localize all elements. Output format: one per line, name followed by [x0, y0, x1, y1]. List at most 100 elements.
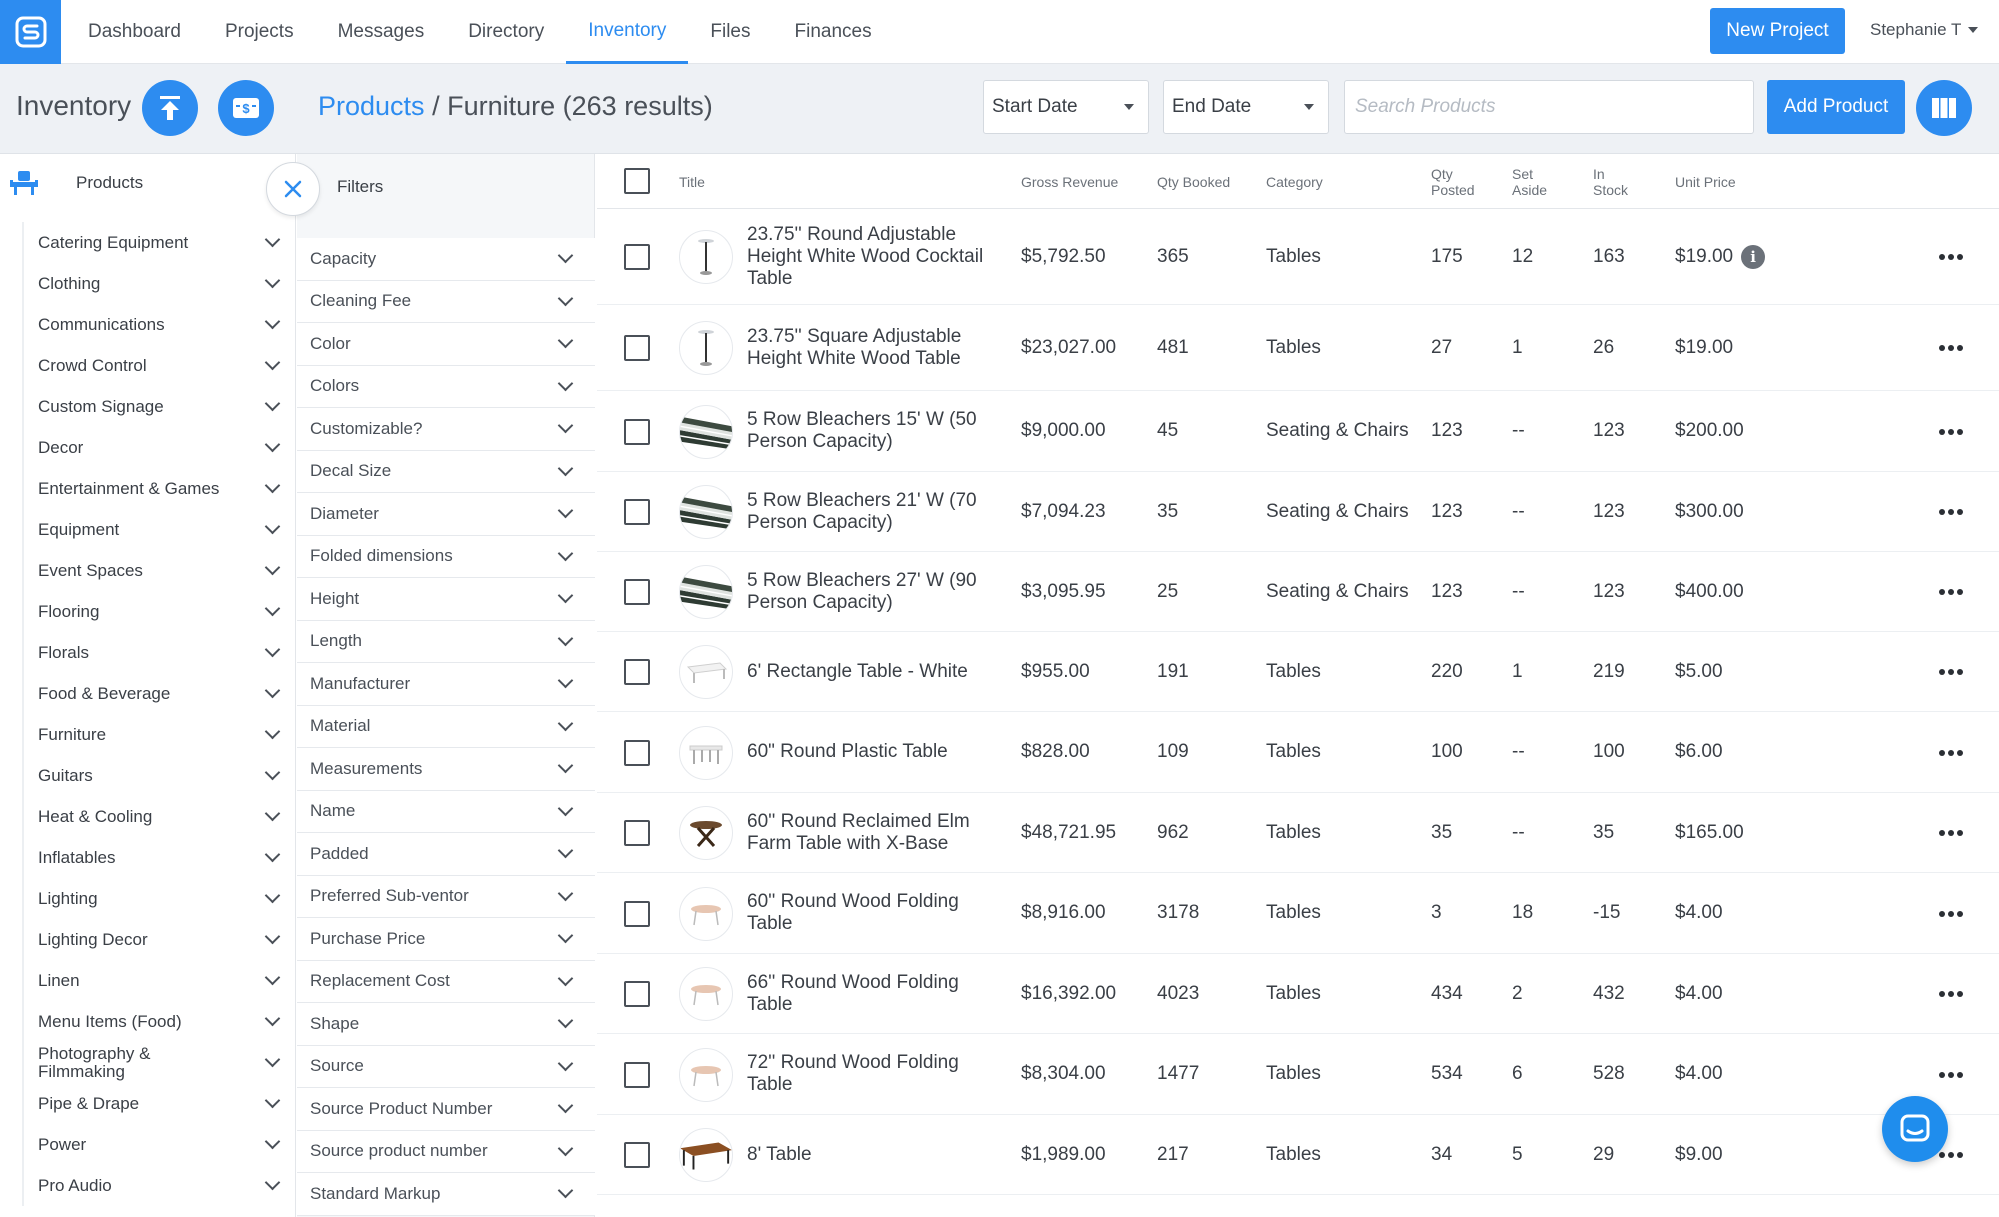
chevron-down-icon[interactable] — [264, 272, 281, 289]
nav-tab-inventory[interactable]: Inventory — [566, 0, 689, 64]
chevron-down-icon[interactable] — [264, 805, 281, 822]
filter-item[interactable]: Source product number — [297, 1130, 595, 1173]
product-title[interactable]: 5 Row Bleachers 27' W (90 Person Capacit… — [747, 552, 1007, 631]
chevron-down-icon[interactable] — [264, 1051, 281, 1068]
category-item[interactable]: Pro Audio — [24, 1165, 288, 1206]
product-thumbnail[interactable] — [679, 485, 733, 539]
row-actions-menu[interactable] — [1939, 830, 1963, 836]
chevron-down-icon[interactable] — [264, 1133, 281, 1150]
filter-item[interactable]: Color — [297, 323, 595, 366]
row-checkbox[interactable] — [624, 1142, 650, 1168]
app-logo[interactable] — [0, 0, 61, 64]
table-row[interactable]: 5 Row Bleachers 21' W (70 Person Capacit… — [597, 472, 1999, 552]
table-row[interactable]: 60'' Round Wood Folding Table $8,916.00 31… — [597, 873, 1999, 954]
chevron-down-icon[interactable] — [264, 231, 281, 248]
table-row[interactable]: 60" Round Plastic Table $828.00 109 Tables 1… — [597, 712, 1999, 793]
chevron-down-icon[interactable] — [264, 928, 281, 945]
product-thumbnail[interactable] — [679, 725, 733, 780]
table-row[interactable]: 60'' Round Reclaimed Elm Farm Table with… — [597, 793, 1999, 873]
product-thumbnail[interactable] — [679, 645, 733, 699]
table-row[interactable]: 72'' Round Wood Folding Table $8,304.00 14… — [597, 1034, 1999, 1115]
row-actions-menu[interactable] — [1939, 589, 1963, 595]
filter-item[interactable]: Colors — [297, 365, 595, 408]
end-date-select[interactable]: End Date — [1163, 80, 1329, 134]
col-qty-booked[interactable]: Qty Booked — [1157, 154, 1230, 209]
product-thumbnail[interactable] — [679, 886, 733, 941]
row-checkbox[interactable] — [624, 579, 650, 605]
product-title[interactable]: 66'' Round Wood Folding Table — [747, 954, 1007, 1033]
add-product-button[interactable]: Add Product — [1767, 80, 1905, 134]
row-actions-menu[interactable] — [1939, 749, 1963, 756]
filter-item[interactable]: Measurements — [297, 748, 595, 791]
col-qty-posted[interactable]: Qty Posted — [1431, 154, 1487, 209]
nav-tab-projects[interactable]: Projects — [203, 0, 316, 64]
chevron-down-icon[interactable] — [264, 846, 281, 863]
category-item[interactable]: Equipment — [24, 509, 288, 550]
filter-item[interactable]: Name — [297, 790, 595, 833]
row-actions-menu[interactable] — [1939, 669, 1963, 675]
table-row[interactable]: 6' Rectangle Table - White $955.00 191 Tabl… — [597, 632, 1999, 712]
chevron-down-icon[interactable] — [264, 395, 281, 412]
product-title[interactable]: 60'' Round Reclaimed Elm Farm Table with… — [747, 793, 1007, 872]
row-actions-menu[interactable] — [1939, 910, 1963, 917]
filter-item[interactable]: Height — [297, 578, 595, 621]
filter-item[interactable]: Length — [297, 620, 595, 663]
filter-item[interactable]: Customizable? — [297, 408, 595, 451]
product-thumbnail[interactable] — [679, 967, 733, 1021]
category-item[interactable]: Entertainment & Games — [24, 468, 288, 509]
chevron-down-icon[interactable] — [264, 559, 281, 576]
row-actions-menu[interactable] — [1939, 509, 1963, 515]
chevron-down-icon[interactable] — [264, 969, 281, 986]
filter-item[interactable]: Shape — [297, 1003, 595, 1046]
category-item[interactable]: Linen — [24, 960, 288, 1001]
category-item[interactable]: Photography & Filmmaking — [24, 1042, 288, 1083]
product-title[interactable]: 60" Round Plastic Table — [747, 712, 1007, 792]
row-actions-menu[interactable] — [1939, 254, 1963, 260]
filter-item[interactable]: Source — [297, 1045, 595, 1088]
row-checkbox[interactable] — [624, 1061, 650, 1088]
chevron-down-icon[interactable] — [264, 313, 281, 330]
col-title[interactable]: Title — [679, 154, 705, 209]
table-row[interactable]: 5 Row Bleachers 27' W (90 Person Capacit… — [597, 552, 1999, 632]
search-products-input[interactable] — [1344, 80, 1754, 134]
row-checkbox[interactable] — [624, 739, 650, 766]
breadcrumb-products-link[interactable]: Products — [318, 91, 425, 121]
product-thumbnail[interactable] — [679, 806, 733, 860]
col-in-stock[interactable]: In Stock — [1593, 154, 1637, 209]
product-title[interactable]: 23.75'' Round Adjustable Height White Wo… — [747, 209, 1007, 304]
chevron-down-icon[interactable] — [264, 518, 281, 535]
nav-tab-files[interactable]: Files — [688, 0, 772, 64]
category-item[interactable]: Event Spaces — [24, 550, 288, 591]
select-all-checkbox[interactable] — [624, 168, 650, 194]
chevron-down-icon[interactable] — [264, 1174, 281, 1191]
chevron-down-icon[interactable] — [264, 436, 281, 453]
row-checkbox[interactable] — [624, 981, 650, 1007]
filter-item[interactable]: Preferred Sub-ventor — [297, 875, 595, 918]
category-item[interactable]: Crowd Control — [24, 345, 288, 386]
upload-button[interactable] — [142, 80, 198, 136]
row-checkbox[interactable] — [624, 335, 650, 361]
category-item[interactable]: Menu Items (Food) — [24, 1001, 288, 1042]
chevron-down-icon[interactable] — [264, 600, 281, 617]
category-item[interactable]: Communications — [24, 304, 288, 345]
nav-tab-finances[interactable]: Finances — [773, 0, 894, 64]
product-thumbnail[interactable] — [679, 321, 733, 375]
chevron-down-icon[interactable] — [264, 723, 281, 740]
category-item[interactable]: Flooring — [24, 591, 288, 632]
row-actions-menu[interactable] — [1939, 1071, 1963, 1078]
row-actions-menu[interactable] — [1939, 1152, 1963, 1158]
table-row[interactable]: 23.75'' Square Adjustable Height White W… — [597, 305, 1999, 391]
nav-tab-directory[interactable]: Directory — [446, 0, 566, 64]
row-actions-menu[interactable] — [1939, 345, 1963, 351]
category-item[interactable]: Custom Signage — [24, 386, 288, 427]
start-date-select[interactable]: Start Date — [983, 80, 1149, 134]
new-project-button[interactable]: New Project — [1710, 8, 1845, 54]
filter-item[interactable]: Cleaning Fee — [297, 280, 595, 323]
product-title[interactable]: 72'' Round Wood Folding Table — [747, 1034, 1007, 1114]
chevron-down-icon[interactable] — [264, 477, 281, 494]
billing-button[interactable]: $ — [218, 80, 274, 136]
product-thumbnail[interactable] — [679, 230, 733, 284]
category-item[interactable]: Power — [24, 1124, 288, 1165]
col-gross-revenue[interactable]: Gross Revenue — [1021, 154, 1118, 209]
chat-button[interactable] — [1882, 1096, 1948, 1162]
